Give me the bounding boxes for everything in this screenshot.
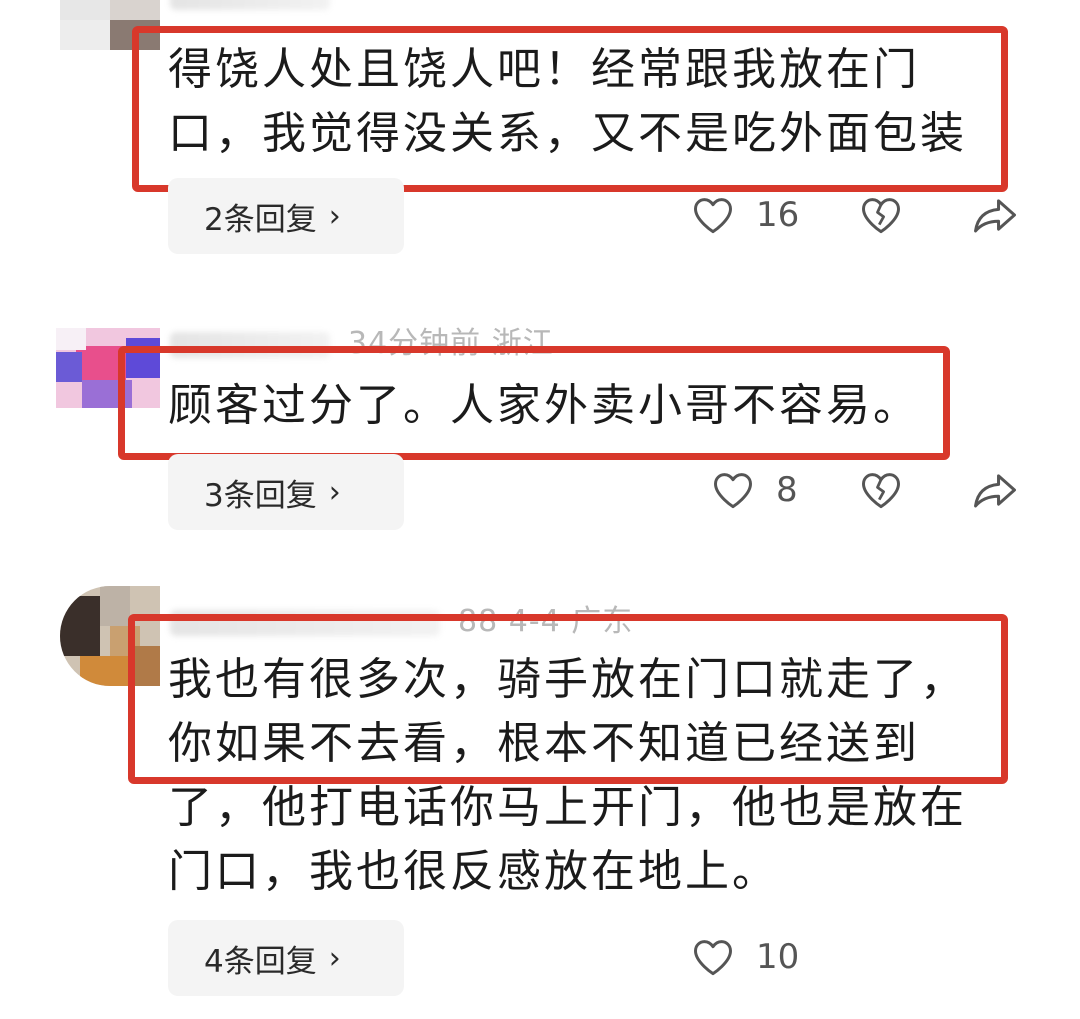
view-replies-label: 4条回复 [204,943,317,980]
username-blurred [170,0,330,10]
chevron-right-icon: › [328,940,341,976]
like-button[interactable]: 16 [692,195,799,235]
share-arrow-icon [974,199,1016,233]
highlight-box [128,614,1008,784]
chevron-right-icon: › [328,198,341,234]
heart-outline-icon [714,473,752,509]
comment-line: 了，他打电话你马上开门，他也是放在 [168,782,967,833]
share-button[interactable] [972,195,1018,235]
dislike-button[interactable] [860,195,902,235]
comment-meta [170,0,348,13]
share-button[interactable] [972,470,1018,510]
view-replies-button[interactable]: 2条回复 › [168,178,404,254]
view-replies-label: 2条回复 [204,201,317,238]
highlight-box [132,26,1008,192]
share-arrow-icon [974,474,1016,508]
like-count: 8 [776,470,798,510]
like-button[interactable]: 8 [712,470,798,510]
broken-heart-icon [862,198,900,234]
view-replies-label: 3条回复 [204,477,317,514]
broken-heart-icon [862,473,900,509]
heart-outline-icon [694,198,732,234]
like-count: 10 [756,937,800,977]
view-replies-button[interactable]: 3条回复 › [168,454,404,530]
heart-outline-icon [694,940,732,976]
like-count: 16 [756,195,800,235]
comment-line: 门口，我也很反感放在地上。 [168,846,779,897]
dislike-button[interactable] [860,470,902,510]
highlight-box [118,346,950,460]
like-button[interactable]: 10 [692,937,799,977]
chevron-right-icon: › [328,474,341,510]
view-replies-button[interactable]: 4条回复 › [168,920,404,996]
